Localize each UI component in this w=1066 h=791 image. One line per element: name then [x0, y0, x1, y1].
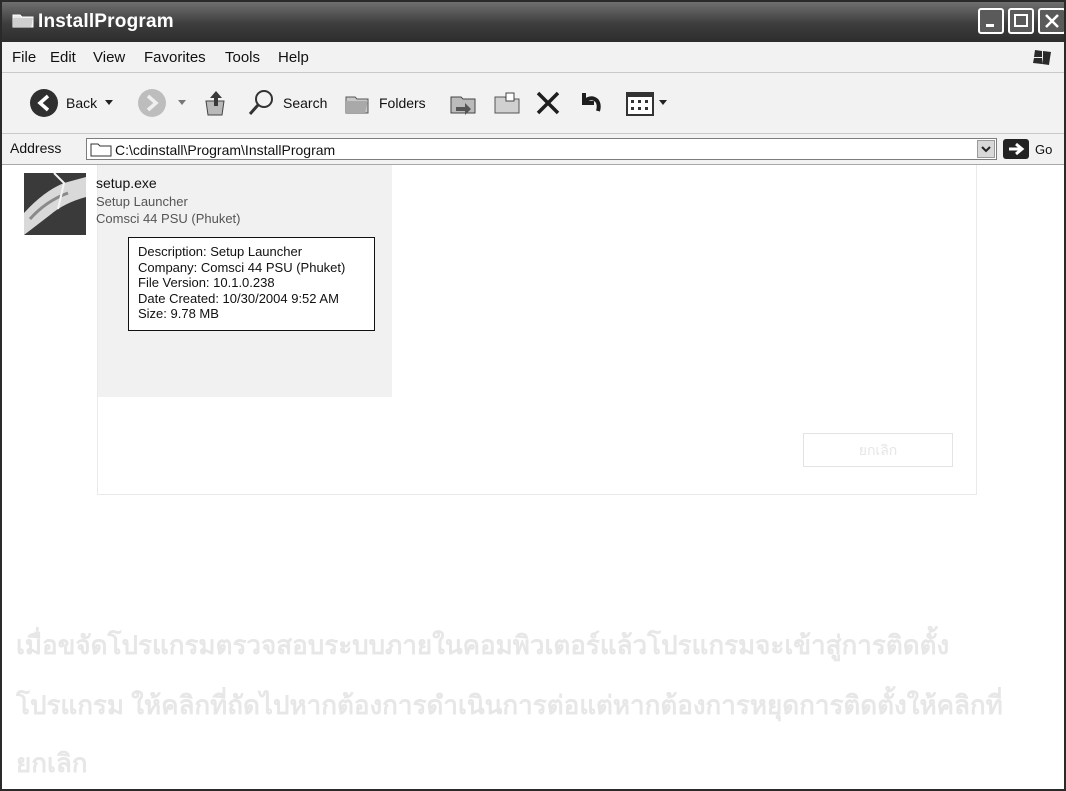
chevron-down-icon: [659, 100, 667, 105]
menu-file[interactable]: File: [12, 49, 36, 66]
search-icon: [248, 90, 273, 115]
toolbar: Back Search Folders: [2, 73, 1064, 134]
folders-icon: [345, 96, 369, 114]
file-name: setup.exe: [96, 175, 157, 191]
background-text-line-2: โปรแกรม ให้คลิกที่ถัดไปหากต้องการดำเนินก…: [16, 690, 1003, 720]
search-button[interactable]: Search: [246, 83, 327, 123]
tooltip-company: Company: Comsci 44 PSU (Phuket): [138, 259, 346, 275]
copy-to-icon: [494, 92, 520, 114]
window-title: InstallProgram: [38, 11, 174, 32]
minimize-icon: [986, 24, 994, 27]
delete-button[interactable]: [532, 83, 564, 123]
views-grid-icon: [626, 92, 654, 116]
background-ghost-button: ยกเลิก: [803, 433, 953, 467]
chevron-down-icon: [178, 100, 186, 105]
back-button[interactable]: Back: [28, 83, 114, 123]
menu-bar: File Edit View Favorites Tools Help: [2, 42, 1064, 73]
menu-help[interactable]: Help: [278, 49, 309, 66]
tooltip-file-version: File Version: 10.1.0.238: [138, 275, 275, 290]
forward-button[interactable]: [136, 83, 186, 123]
menu-tools[interactable]: Tools: [225, 49, 260, 66]
back-label: Back: [66, 95, 98, 111]
close-icon: [1045, 14, 1059, 28]
minimize-button[interactable]: [978, 8, 1004, 34]
windows-logo-icon: [1033, 50, 1051, 65]
background-text-line-1: เมื่อขจัดโปรแกรมตรวจสอบระบบภายในคอมพิวเต…: [16, 630, 950, 660]
delete-x-icon: [536, 91, 560, 115]
copy-to-button[interactable]: [492, 83, 524, 123]
folder-icon: [90, 143, 112, 157]
undo-button[interactable]: [574, 83, 606, 123]
go-arrow-icon: [1003, 139, 1029, 159]
menu-favorites[interactable]: Favorites: [144, 49, 206, 66]
folders-label: Folders: [379, 95, 426, 111]
file-description: Setup Launcher: [96, 194, 188, 209]
tooltip-date-created: Date Created: 10/30/2004 9:52 AM: [138, 290, 339, 306]
views-button[interactable]: [624, 83, 667, 123]
setup-launcher-icon: [24, 173, 86, 235]
background-text-line-3: ยกเลิก: [16, 748, 88, 778]
maximize-icon: [1014, 14, 1028, 27]
up-folder-button[interactable]: [200, 83, 232, 123]
address-bar: Address C:\cdinstall\Program\InstallProg…: [2, 134, 1064, 165]
chevron-down-icon: [981, 146, 991, 153]
go-label: Go: [1035, 141, 1053, 157]
address-label: Address: [10, 140, 62, 156]
file-company: Comsci 44 PSU (Phuket): [96, 211, 241, 226]
file-info-tooltip: Description: Setup Launcher Company: Com…: [128, 237, 375, 331]
forward-arrow-icon: [138, 89, 166, 117]
close-button[interactable]: [1038, 8, 1064, 34]
title-bar[interactable]: InstallProgram: [2, 2, 1064, 42]
undo-icon: [582, 93, 601, 112]
address-input[interactable]: C:\cdinstall\Program\InstallProgram: [86, 138, 997, 160]
folders-button[interactable]: Folders: [342, 83, 426, 123]
tooltip-size: Size: 9.78 MB: [138, 306, 219, 321]
tooltip-description: Description: Setup Launcher: [138, 244, 303, 259]
address-dropdown-button[interactable]: [977, 140, 995, 158]
folder-icon: [12, 14, 34, 28]
back-arrow-icon: [30, 89, 58, 117]
maximize-button[interactable]: [1008, 8, 1034, 34]
explorer-window: InstallProgram File Edit View Favorites …: [0, 0, 1066, 791]
address-path: C:\cdinstall\Program\InstallProgram: [115, 142, 336, 158]
menu-edit[interactable]: Edit: [50, 49, 76, 66]
up-folder-icon: [205, 91, 225, 116]
folder-content[interactable]: ยกเลิก setup.exe Setup Launcher Comsci 4…: [2, 165, 1064, 789]
move-to-icon: [450, 96, 476, 115]
move-to-button[interactable]: [448, 83, 480, 123]
go-button[interactable]: Go: [1003, 138, 1052, 160]
chevron-down-icon: [105, 100, 114, 105]
search-label: Search: [283, 95, 328, 111]
menu-view[interactable]: View: [93, 49, 125, 66]
